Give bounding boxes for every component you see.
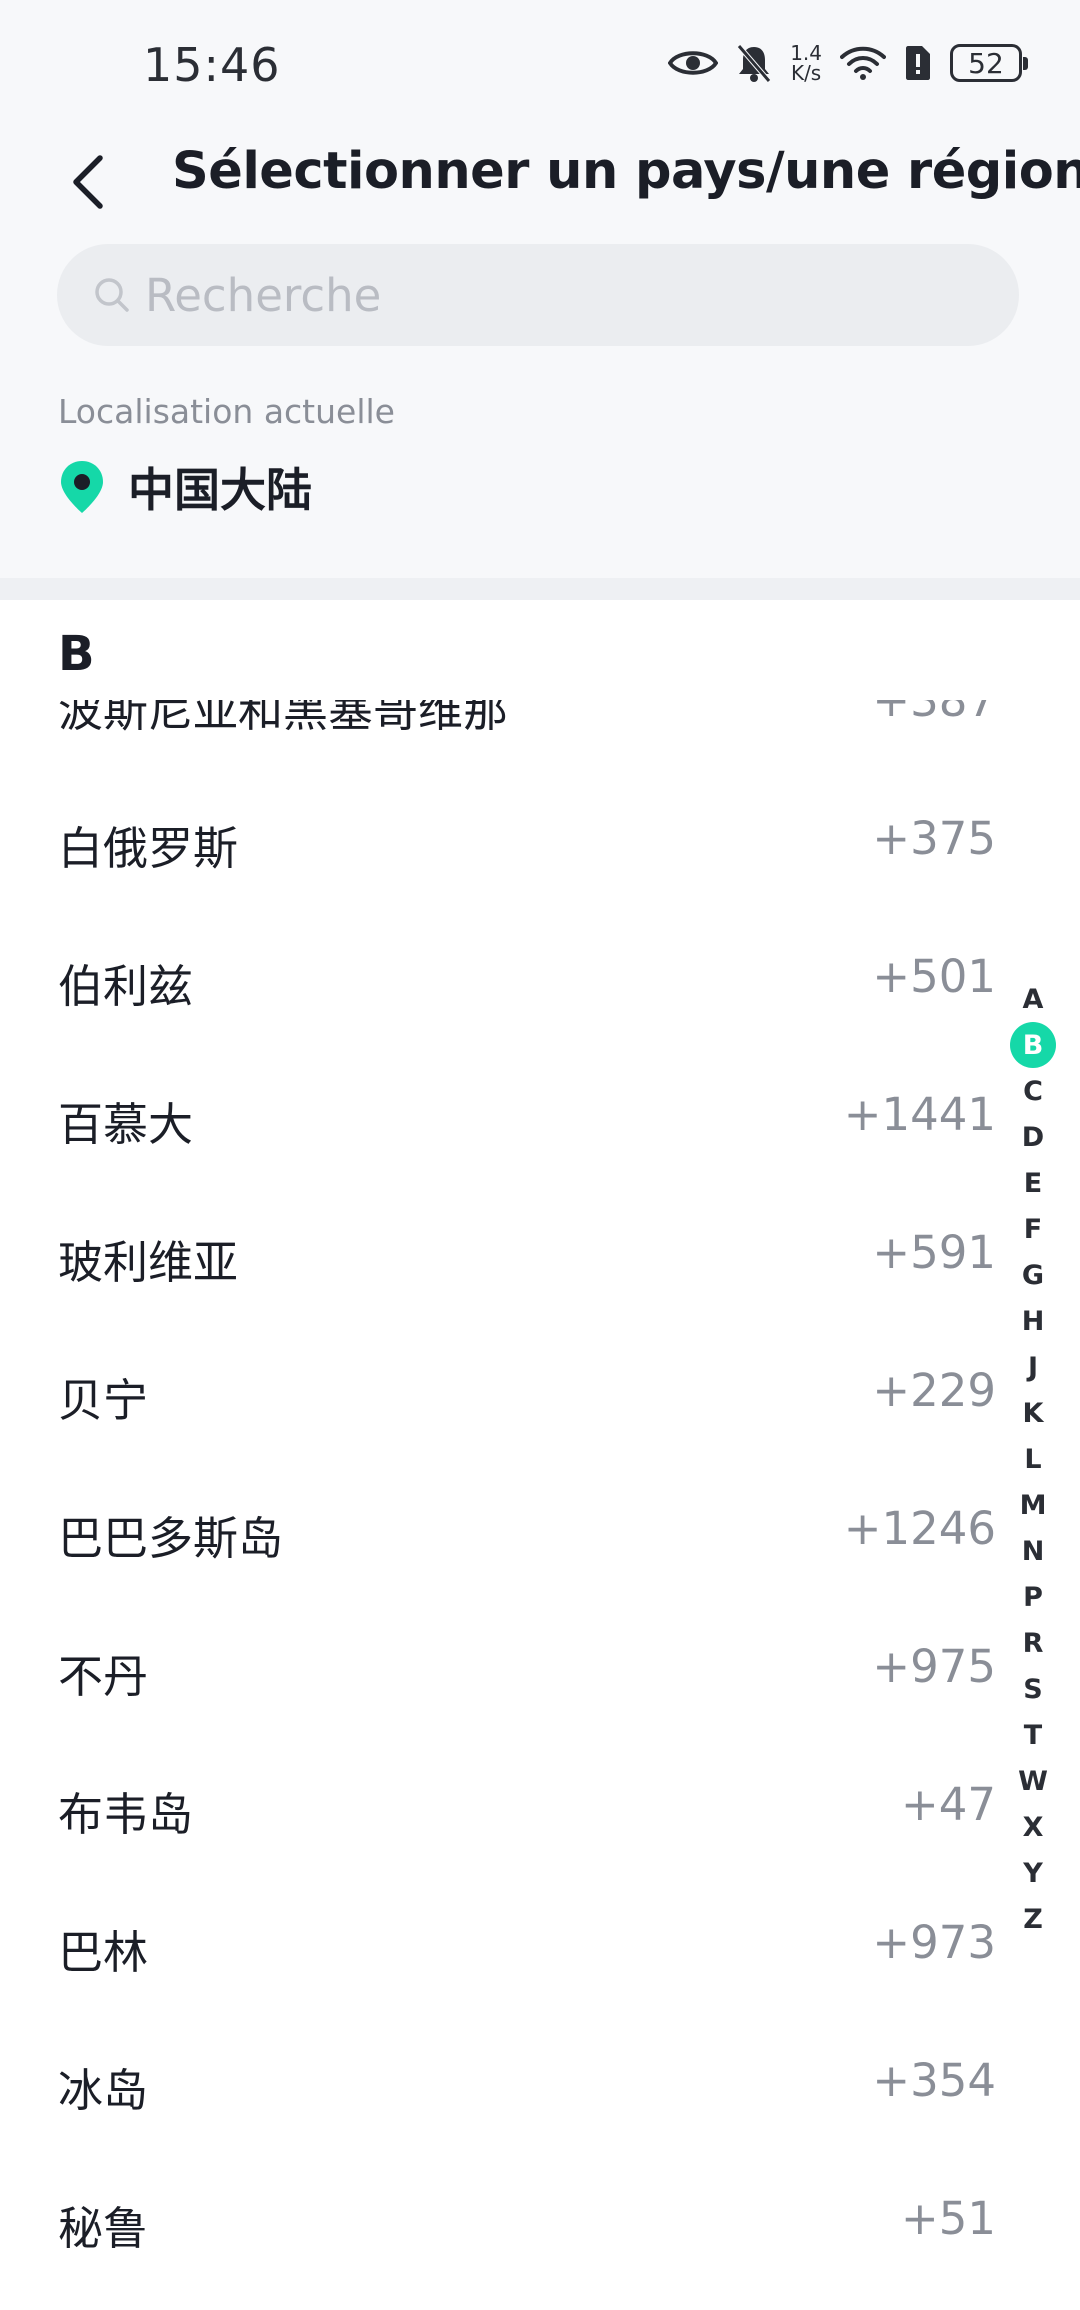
current-location-label: Localisation actuelle — [58, 392, 395, 431]
alphabet-index-letter[interactable]: M — [1010, 1482, 1056, 1528]
country-code: +1246 — [843, 1502, 996, 1555]
alphabet-index-letter[interactable]: B — [1010, 1022, 1056, 1068]
country-code: +229 — [872, 1364, 996, 1417]
country-row[interactable]: 白俄罗斯 +375 — [0, 770, 1080, 908]
country-code: +591 — [872, 1226, 996, 1279]
status-icons: 1.4 K/s 52 — [668, 38, 1028, 88]
network-speed-value: 1.4 — [790, 41, 822, 65]
search-section — [0, 244, 1080, 368]
country-row[interactable]: 不丹 +975 — [0, 1598, 1080, 1736]
alphabet-index-letter[interactable]: G — [1010, 1252, 1056, 1298]
network-speed-unit: K/s — [790, 61, 822, 85]
wifi-icon — [840, 45, 886, 81]
screen: 15:46 1.4 K/s 52 Sélectionner un pays/un… — [0, 0, 1080, 2310]
alphabet-index-letter[interactable]: W — [1010, 1758, 1056, 1804]
country-row[interactable]: 伯利兹 +501 — [0, 908, 1080, 1046]
alphabet-index-letter[interactable]: Y — [1010, 1850, 1056, 1896]
country-name: 秘鲁 — [58, 2202, 149, 2255]
section-letter: B — [58, 626, 95, 682]
country-row[interactable]: 布韦岛 +47 — [0, 1736, 1080, 1874]
alphabet-index-letter[interactable]: F — [1010, 1206, 1056, 1252]
country-list[interactable]: B 波斯尼亚和黑塞哥维那 +387 白俄罗斯 +375 伯利兹 +501 百慕大 +144… — [0, 600, 1080, 2310]
current-location-name: 中国大陆 — [128, 463, 312, 517]
battery-icon: 52 — [950, 44, 1028, 82]
alphabet-index-letter[interactable]: H — [1010, 1298, 1056, 1344]
country-rows: 波斯尼亚和黑塞哥维那 +387 白俄罗斯 +375 伯利兹 +501 百慕大 +1441 玻… — [0, 632, 1080, 2288]
country-name: 白俄罗斯 — [58, 822, 239, 875]
country-code: +375 — [872, 812, 996, 865]
current-location-section: Localisation actuelle 中国大陆 — [0, 368, 1080, 578]
country-row[interactable]: 冰岛 +354 — [0, 2012, 1080, 2150]
alphabet-index-letter[interactable]: Z — [1010, 1896, 1056, 1942]
country-name: 巴林 — [58, 1926, 149, 1979]
section-divider — [0, 578, 1080, 600]
alphabet-index-letter[interactable]: J — [1010, 1344, 1056, 1390]
alphabet-index-letter[interactable]: E — [1010, 1160, 1056, 1206]
section-header: B — [0, 600, 1080, 700]
country-row[interactable]: 玻利维亚 +591 — [0, 1184, 1080, 1322]
country-name: 百慕大 — [58, 1098, 194, 1151]
country-code: +501 — [872, 950, 996, 1003]
status-bar: 15:46 1.4 K/s 52 — [0, 0, 1080, 128]
country-row[interactable]: 巴林 +973 — [0, 1874, 1080, 2012]
alphabet-index-letter[interactable]: S — [1010, 1666, 1056, 1712]
country-name: 布韦岛 — [58, 1788, 194, 1841]
eye-icon — [668, 46, 719, 80]
country-row[interactable]: 秘鲁 +51 — [0, 2150, 1080, 2288]
country-name: 玻利维亚 — [58, 1236, 239, 1289]
alphabet-index-letter[interactable]: R — [1010, 1620, 1056, 1666]
alphabet-index-letter[interactable]: N — [1010, 1528, 1056, 1574]
country-name: 巴巴多斯岛 — [58, 1512, 284, 1565]
header: Sélectionner un pays/une région — [0, 128, 1080, 244]
back-button[interactable] — [52, 148, 124, 220]
network-speed: 1.4 K/s — [790, 43, 822, 83]
country-code: +47 — [901, 1778, 996, 1831]
chevron-left-icon — [68, 154, 108, 214]
search-bar[interactable] — [57, 244, 1019, 346]
alphabet-index-letter[interactable]: X — [1010, 1804, 1056, 1850]
alphabet-index-letter[interactable]: T — [1010, 1712, 1056, 1758]
alphabet-index-letter[interactable]: K — [1010, 1390, 1056, 1436]
country-row[interactable]: 巴巴多斯岛 +1246 — [0, 1460, 1080, 1598]
page-title: Sélectionner un pays/une région — [172, 142, 1080, 201]
sim-alert-icon — [904, 44, 932, 82]
search-icon — [93, 276, 131, 314]
country-code: +1441 — [843, 1088, 996, 1141]
alphabet-index-letter[interactable]: D — [1010, 1114, 1056, 1160]
location-pin-icon — [58, 459, 106, 515]
country-row[interactable]: 贝宁 +229 — [0, 1322, 1080, 1460]
alphabet-index[interactable]: ABCDEFGHJKLMNPRSTWXYZ — [1008, 976, 1058, 1942]
country-name: 不丹 — [58, 1650, 149, 1703]
country-name: 冰岛 — [58, 2064, 149, 2117]
status-time: 15:46 — [143, 38, 281, 92]
alphabet-index-letter[interactable]: P — [1010, 1574, 1056, 1620]
alphabet-index-letter[interactable]: L — [1010, 1436, 1056, 1482]
country-code: +975 — [872, 1640, 996, 1693]
search-input[interactable] — [145, 255, 965, 335]
current-location-item[interactable]: 中国大陆 — [58, 454, 312, 520]
alphabet-index-letter[interactable]: C — [1010, 1068, 1056, 1114]
country-row[interactable]: 百慕大 +1441 — [0, 1046, 1080, 1184]
country-name: 伯利兹 — [58, 960, 194, 1013]
country-code: +51 — [901, 2192, 996, 2245]
alphabet-index-letter[interactable]: A — [1010, 976, 1056, 1022]
country-code: +354 — [872, 2054, 996, 2107]
country-name: 贝宁 — [58, 1374, 149, 1427]
bell-muted-icon — [736, 43, 772, 83]
country-code: +973 — [872, 1916, 996, 1969]
